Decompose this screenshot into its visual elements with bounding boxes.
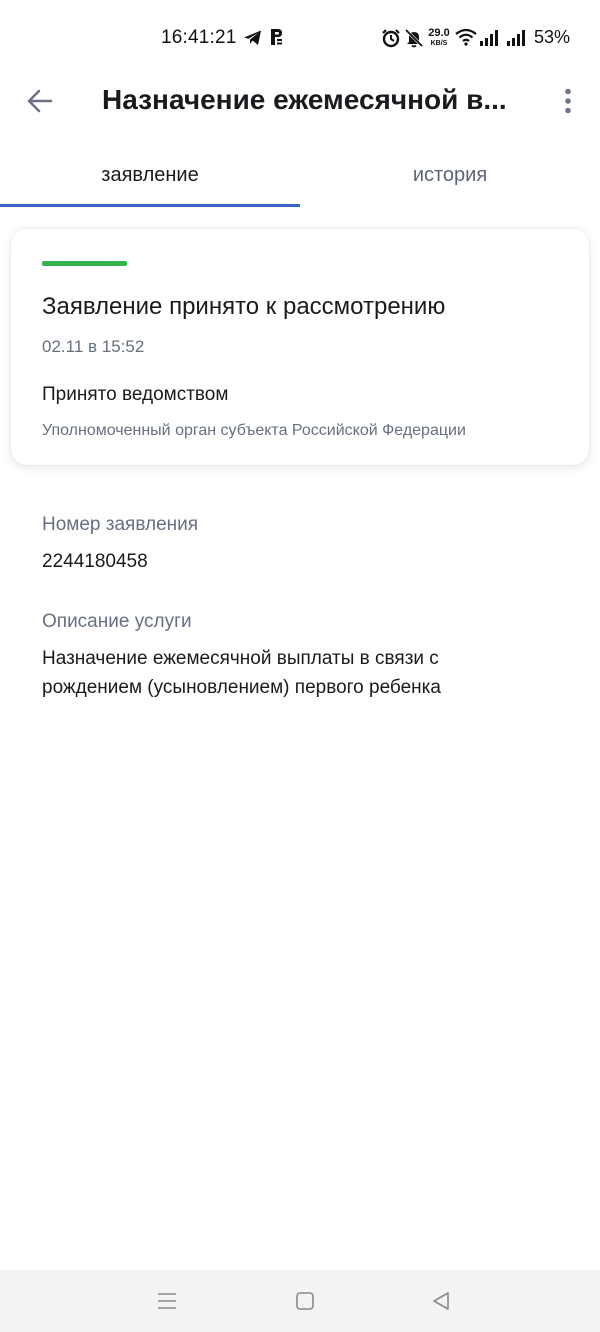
status-progress-bar	[42, 261, 127, 266]
system-nav-bar	[0, 1270, 600, 1332]
status-date: 02.11 в 15:52	[42, 337, 145, 356]
status-time: 16:41:21	[161, 27, 237, 48]
arrow-left-icon	[27, 89, 53, 113]
battery-level: 53%	[534, 27, 571, 47]
service-description-line-2: рождением (усыновлением) первого ребенка	[42, 677, 441, 698]
department-name: Уполномоченный орган субъекта Российской…	[42, 422, 466, 439]
service-description-line-1: Назначение ежемесячной выплаты в связи с	[42, 648, 439, 669]
network-speed-unit: KB/S	[430, 40, 448, 47]
recent-apps-button[interactable]	[150, 1284, 184, 1318]
more-vert-icon	[565, 88, 571, 114]
network-speed: 29.0 KB/S	[427, 27, 451, 48]
status-title: Заявление принято к рассмотрению	[42, 293, 446, 320]
app-notification-icon	[271, 29, 282, 45]
menu-icon	[158, 1293, 176, 1309]
alarm-icon	[382, 29, 400, 48]
status-card: Заявление принято к рассмотрению 02.11 в…	[11, 229, 589, 465]
tab-application[interactable]: заявление	[0, 148, 300, 208]
signal-icon-2	[507, 30, 525, 46]
status-bar: 16:41:21 29.0 KB/S 53%	[0, 0, 600, 76]
application-number-label: Номер заявления	[42, 514, 199, 535]
system-back-button[interactable]	[424, 1284, 458, 1318]
more-menu-button[interactable]	[552, 82, 584, 120]
back-button[interactable]	[22, 84, 58, 118]
service-description-value: Назначение ежемесячной выплаты в связи с…	[42, 644, 562, 702]
app-bar: Назначение ежемесячной в...	[0, 76, 600, 126]
home-button[interactable]	[288, 1284, 322, 1318]
status-progress-fill	[42, 261, 127, 266]
tab-indicator	[0, 204, 300, 207]
back-triangle-icon	[433, 1292, 449, 1310]
signal-icon	[480, 30, 498, 46]
telegram-icon	[244, 30, 261, 45]
tab-history[interactable]: история	[300, 148, 600, 208]
network-speed-value: 29.0	[428, 27, 450, 39]
wifi-icon	[455, 28, 477, 46]
page-title: Назначение ежемесячной в...	[102, 84, 507, 115]
tab-bar: заявление история	[0, 148, 600, 208]
service-description-label: Описание услуги	[42, 611, 192, 632]
home-square-icon	[296, 1292, 314, 1310]
application-number-value: 2244180458	[42, 551, 148, 572]
bell-off-icon	[404, 28, 424, 48]
department-label: Принято ведомством	[42, 384, 229, 405]
